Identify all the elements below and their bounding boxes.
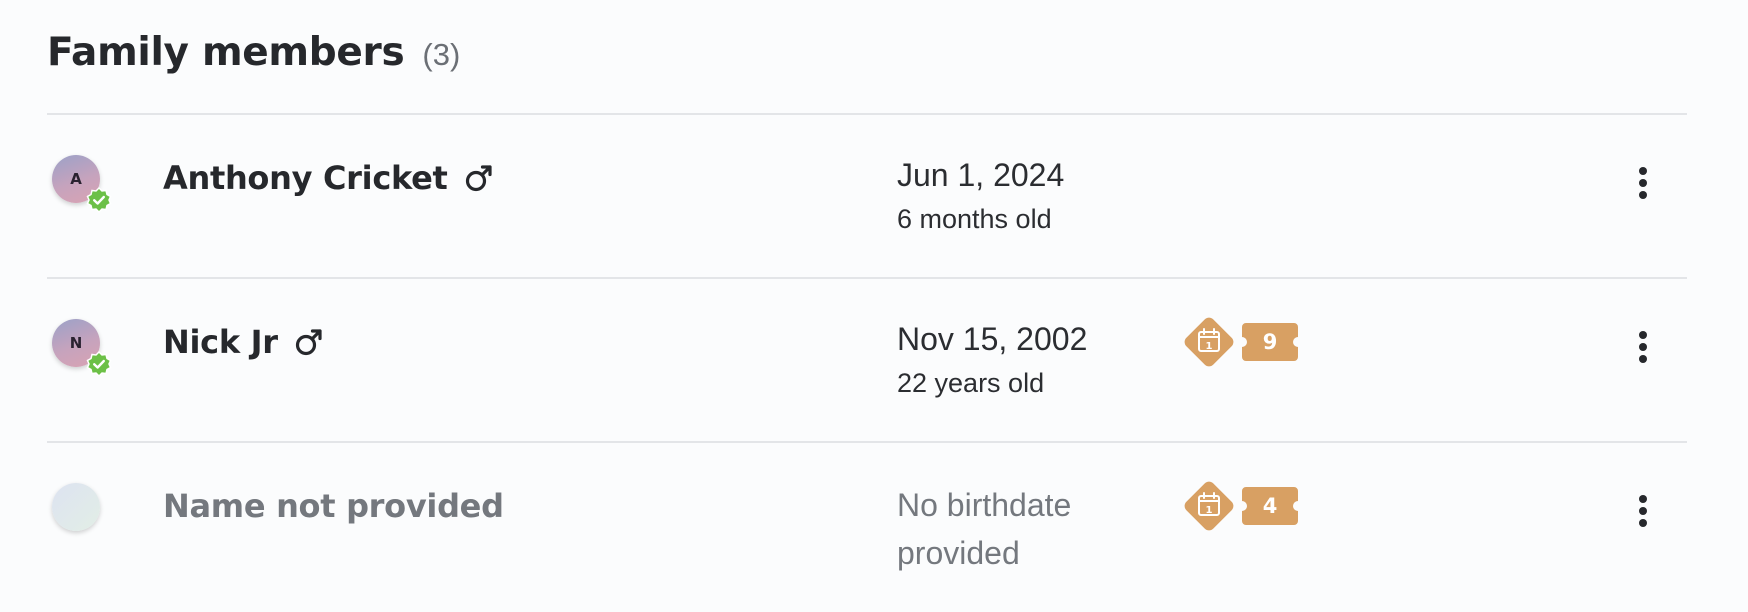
event-badges[interactable]: 1 4 [1180, 477, 1298, 535]
birthdate: Nov 15, 2002 [897, 321, 1088, 357]
male-icon [295, 329, 322, 356]
more-vertical-icon [1639, 331, 1647, 363]
verified-badge-icon [86, 187, 112, 213]
member-name-text: Nick Jr [163, 323, 278, 361]
calendar-day: 1 [1206, 341, 1213, 352]
member-name-text: Name not provided [163, 487, 504, 525]
ticket-count: 9 [1262, 330, 1278, 354]
age: 22 years old [897, 368, 1045, 398]
more-options-button[interactable] [1628, 491, 1658, 531]
avatar: N [52, 319, 112, 377]
avatar-initial: A [70, 170, 82, 188]
section-header: Family members (3) [47, 30, 460, 75]
ticket-count: 4 [1262, 494, 1278, 518]
more-vertical-icon [1639, 167, 1647, 199]
member-row-unnamed[interactable]: Name not provided No birthdate provided … [0, 443, 1748, 605]
member-row-anthony-cricket[interactable]: A Anthony Cricket Jun 1, 2024 6 months o… [0, 115, 1748, 277]
member-name-text: Anthony Cricket [163, 159, 448, 197]
ticket-count-badge: 4 [1242, 487, 1298, 525]
event-badges[interactable]: 1 9 [1180, 313, 1298, 371]
family-members-panel: Family members (3) A Anthony Cricket Jun… [0, 0, 1748, 612]
ticket-count-badge: 9 [1242, 323, 1298, 361]
member-name: Nick Jr [163, 321, 324, 363]
birthdate: Jun 1, 2024 [897, 157, 1065, 193]
avatar-placeholder [52, 483, 100, 531]
age: 6 months old [897, 204, 1052, 234]
member-row-nick-jr[interactable]: N Nick Jr Nov 15, 2002 22 years old 1 9 [0, 279, 1748, 441]
avatar: A [52, 155, 112, 213]
more-options-button[interactable] [1628, 327, 1658, 367]
member-name: Anthony Cricket [163, 157, 494, 199]
member-name: Name not provided [163, 485, 504, 527]
male-icon [465, 165, 492, 192]
calendar-icon: 1 [1184, 481, 1234, 531]
avatar-initial: N [69, 334, 83, 352]
section-title: Family members [47, 30, 405, 75]
more-options-button[interactable] [1628, 163, 1658, 203]
verified-badge-icon [86, 351, 112, 377]
member-count: (3) [422, 37, 461, 72]
birthdate: No birthdate provided [897, 487, 1072, 571]
calendar-icon: 1 [1184, 317, 1234, 367]
calendar-day: 1 [1206, 505, 1213, 516]
more-vertical-icon [1639, 495, 1647, 527]
